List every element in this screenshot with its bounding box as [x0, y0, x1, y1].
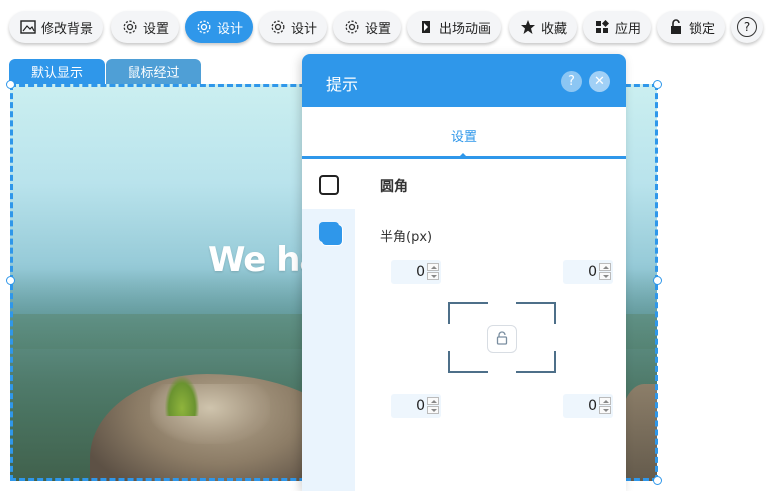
dialog-sidebar: [302, 162, 355, 491]
stepper-arrows[interactable]: [599, 397, 611, 415]
resize-handle-left[interactable]: [6, 276, 15, 285]
help-icon: ?: [568, 74, 575, 89]
corner-top-right-preview: [516, 302, 556, 324]
grass-tuft: [165, 376, 199, 416]
settings-label-1: 设置: [143, 21, 170, 37]
image-icon: [19, 18, 37, 36]
radius-top-left-value[interactable]: 0: [391, 264, 425, 280]
radius-bottom-left-stepper[interactable]: 0: [391, 394, 441, 418]
radius-top-right-value[interactable]: 0: [563, 264, 597, 280]
increment-icon[interactable]: [599, 397, 611, 405]
link-corners-lock[interactable]: [487, 325, 517, 353]
tab-default-display[interactable]: 默认显示: [9, 59, 105, 84]
star-icon: [519, 18, 537, 36]
entrance-animation-label: 出场动画: [439, 21, 492, 37]
decrement-icon[interactable]: [427, 272, 439, 280]
lock-label: 锁定: [689, 21, 716, 37]
active-tab-indicator: [457, 153, 469, 159]
help-icon: ?: [737, 17, 757, 37]
stepper-arrows[interactable]: [599, 263, 611, 281]
apply-label: 应用: [615, 21, 642, 37]
close-icon: ✕: [594, 74, 605, 89]
editor-stage: 修改背景 设置 设计 设计 设置 出场动画 收藏 应用 锁定 ? 默认显示 鼠标…: [0, 0, 768, 491]
section-title-corner: 圆角: [380, 179, 408, 195]
animation-icon: [417, 18, 435, 36]
help-button[interactable]: ?: [731, 11, 763, 43]
square-outline-icon: [319, 175, 339, 195]
decrement-icon[interactable]: [599, 406, 611, 414]
settings-label-2: 设置: [365, 21, 392, 37]
increment-icon[interactable]: [427, 263, 439, 271]
apps-icon: [593, 18, 611, 36]
dialog-help-button[interactable]: ?: [561, 71, 582, 92]
increment-icon[interactable]: [427, 397, 439, 405]
lock-open-icon: [667, 18, 685, 36]
corner-top-left-preview: [448, 302, 488, 324]
tab-settings[interactable]: 设置: [302, 126, 626, 145]
stepper-arrows[interactable]: [427, 263, 439, 281]
radius-bottom-right-stepper[interactable]: 0: [563, 394, 613, 418]
resize-handle-top-right[interactable]: [653, 80, 662, 89]
favorite-label: 收藏: [541, 21, 568, 37]
stepper-arrows[interactable]: [427, 397, 439, 415]
gear-icon: [121, 18, 139, 36]
lock-open-icon: [495, 330, 509, 349]
increment-icon[interactable]: [599, 263, 611, 271]
dialog-tab-bar: 设置: [302, 107, 626, 159]
design-button-active[interactable]: 设计: [185, 11, 254, 43]
gear-icon: [343, 18, 361, 36]
tab-mouse-hover[interactable]: 鼠标经过: [106, 59, 201, 84]
lock-button[interactable]: 锁定: [657, 11, 726, 43]
settings-button-2[interactable]: 设置: [333, 11, 402, 43]
dialog-close-button[interactable]: ✕: [589, 71, 610, 92]
tip-dialog: 提示 ? ✕ 设置 圆角 半角(px) 0 0 0 0: [302, 54, 626, 491]
gear-icon: [195, 18, 213, 36]
change-background-label: 修改背景: [41, 21, 94, 37]
radius-bottom-left-value[interactable]: 0: [391, 398, 425, 414]
square-filled-icon[interactable]: [319, 222, 339, 242]
dialog-title: 提示: [326, 75, 359, 94]
entrance-animation-button[interactable]: 出场动画: [407, 11, 502, 43]
design-label-active: 设计: [217, 21, 244, 37]
corner-bottom-right-preview: [516, 351, 556, 373]
corner-bottom-left-preview: [448, 351, 488, 373]
radius-top-right-stepper[interactable]: 0: [563, 260, 613, 284]
resize-handle-top-left[interactable]: [6, 80, 15, 89]
radius-top-left-stepper[interactable]: 0: [391, 260, 441, 284]
apply-button[interactable]: 应用: [583, 11, 652, 43]
decrement-icon[interactable]: [599, 272, 611, 280]
favorite-button[interactable]: 收藏: [509, 11, 578, 43]
design-button[interactable]: 设计: [259, 11, 328, 43]
radius-bottom-right-value[interactable]: 0: [563, 398, 597, 414]
resize-handle-right[interactable]: [653, 276, 662, 285]
decrement-icon[interactable]: [427, 406, 439, 414]
change-background-button[interactable]: 修改背景: [9, 11, 104, 43]
settings-button-1[interactable]: 设置: [111, 11, 180, 43]
gear-icon: [269, 18, 287, 36]
design-label: 设计: [291, 21, 318, 37]
corner-radius-label: 半角(px): [380, 230, 433, 245]
resize-handle-bottom-right[interactable]: [653, 476, 662, 485]
